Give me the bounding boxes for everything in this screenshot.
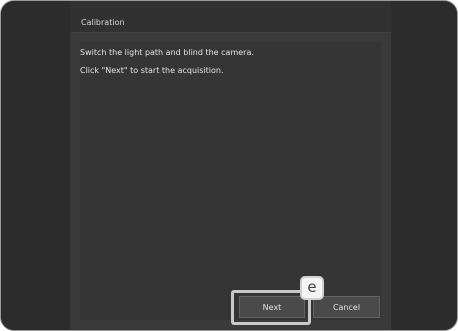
left-dark-area bbox=[1, 1, 70, 330]
dialog-title: Calibration bbox=[81, 18, 125, 27]
right-dark-area bbox=[391, 1, 457, 330]
next-button-highlight bbox=[231, 290, 311, 325]
instruction-line-1: Switch the light path and blind the came… bbox=[80, 48, 254, 57]
callout-badge: e bbox=[300, 276, 324, 300]
cancel-button[interactable]: Cancel bbox=[313, 296, 380, 318]
calibration-dialog: Calibration Switch the light path and bl… bbox=[70, 1, 391, 330]
dialog-content: Switch the light path and blind the came… bbox=[80, 42, 381, 320]
instruction-line-2: Click "Next" to start the acquisition. bbox=[80, 66, 224, 75]
screenshot-frame: Calibration Switch the light path and bl… bbox=[0, 0, 458, 331]
dialog-title-bar: Calibration bbox=[70, 1, 391, 33]
